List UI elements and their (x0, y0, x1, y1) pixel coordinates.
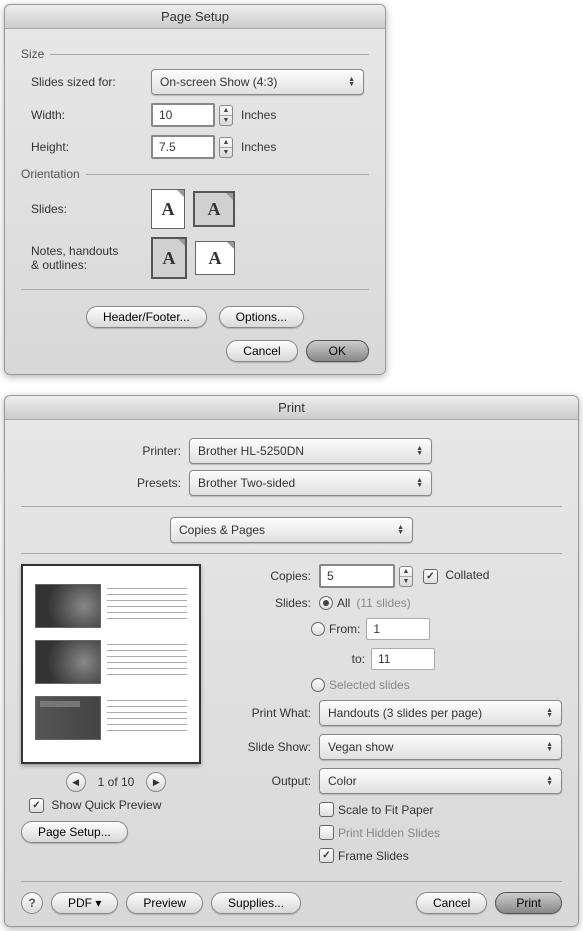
copies-label: Copies: (231, 569, 319, 583)
slides-all-label: All (337, 596, 350, 610)
slides-sized-for-label: Slides sized for: (21, 75, 151, 89)
preview-prev-button[interactable]: ◀ (66, 772, 86, 792)
scale-label: Scale to Fit Paper (338, 803, 433, 817)
supplies-button[interactable]: Supplies... (211, 892, 301, 914)
dropdown-arrows-icon: ▲▼ (546, 776, 553, 786)
pdf-button[interactable]: PDF ▾ (51, 892, 118, 914)
size-section: Size (21, 47, 369, 61)
slides-landscape-icon[interactable]: A (193, 191, 235, 227)
copies-input[interactable] (319, 564, 395, 588)
slides-sized-for-select[interactable]: On-screen Show (4:3) ▲▼ (151, 69, 364, 95)
slides-sized-for-value: On-screen Show (4:3) (160, 75, 277, 89)
output-label: Output: (231, 774, 319, 788)
presets-select[interactable]: Brother Two-sided ▲▼ (189, 470, 432, 496)
slides-all-count: (11 slides) (356, 596, 410, 610)
printer-value: Brother HL-5250DN (198, 444, 304, 458)
quick-preview-label: Show Quick Preview (51, 798, 161, 812)
lines-thumb-icon (107, 700, 187, 736)
dropdown-arrows-icon: ▲▼ (416, 446, 423, 456)
slide-thumb-icon (35, 640, 101, 684)
height-unit: Inches (241, 140, 276, 154)
page-setup-ok-button[interactable]: OK (306, 340, 369, 362)
selected-slides-label: Selected slides (329, 678, 410, 692)
to-label: to: (327, 652, 365, 666)
print-title: Print (5, 396, 578, 420)
slide-show-label: Slide Show: (231, 740, 319, 754)
print-cancel-button[interactable]: Cancel (416, 892, 487, 914)
preview-panel: ◀ 1 of 10 ▶ Show Quick Preview Page Setu… (21, 564, 211, 871)
page-setup-cancel-button[interactable]: Cancel (226, 340, 297, 362)
dropdown-arrows-icon: ▲▼ (416, 478, 423, 488)
slide-thumb-icon (35, 584, 101, 628)
slide-thumb-icon (35, 696, 101, 740)
page-setup-title: Page Setup (5, 5, 385, 29)
lines-thumb-icon (107, 588, 187, 624)
to-input[interactable] (371, 648, 435, 670)
slides-selected-radio[interactable] (311, 678, 325, 692)
size-label: Size (21, 47, 44, 61)
printer-label: Printer: (21, 444, 189, 458)
slides-all-radio[interactable] (319, 596, 333, 610)
height-label: Height: (21, 140, 151, 154)
from-input[interactable] (366, 618, 430, 640)
preview-button[interactable]: Preview (126, 892, 203, 914)
dropdown-arrows-icon: ▲▼ (348, 77, 355, 87)
notes-orient-label: Notes, handouts & outlines: (21, 244, 151, 272)
hidden-checkbox[interactable] (319, 825, 334, 840)
dropdown-arrows-icon: ▲▼ (397, 525, 404, 535)
notes-portrait-icon[interactable]: A (151, 237, 187, 279)
presets-value: Brother Two-sided (198, 476, 295, 490)
panel-value: Copies & Pages (179, 523, 265, 537)
slides-orient-label: Slides: (21, 202, 151, 216)
slide-show-select[interactable]: Vegan show ▲▼ (319, 734, 562, 760)
dropdown-arrows-icon: ▲▼ (546, 708, 553, 718)
print-dialog: Print Printer: Brother HL-5250DN ▲▼ Pres… (4, 395, 579, 927)
collated-label: Collated (445, 568, 489, 582)
print-what-select[interactable]: Handouts (3 slides per page) ▲▼ (319, 700, 562, 726)
width-stepper[interactable]: ▲▼ (219, 105, 233, 126)
pager-text: 1 of 10 (98, 775, 135, 789)
lines-thumb-icon (107, 644, 187, 680)
preview-next-button[interactable]: ▶ (146, 772, 166, 792)
collated-checkbox[interactable] (423, 569, 438, 584)
slides-portrait-icon[interactable]: A (151, 189, 185, 229)
header-footer-button[interactable]: Header/Footer... (86, 306, 207, 328)
slides-from-radio[interactable] (311, 622, 325, 636)
print-button[interactable]: Print (495, 892, 562, 914)
help-button[interactable]: ? (21, 892, 43, 914)
width-label: Width: (21, 108, 151, 122)
presets-label: Presets: (21, 476, 189, 490)
orientation-section: Orientation (21, 167, 369, 181)
frame-checkbox[interactable] (319, 848, 334, 863)
panel-select[interactable]: Copies & Pages ▲▼ (170, 517, 413, 543)
copies-stepper[interactable]: ▲▼ (399, 566, 413, 587)
printer-select[interactable]: Brother HL-5250DN ▲▼ (189, 438, 432, 464)
scale-checkbox[interactable] (319, 802, 334, 817)
from-label: From: (329, 622, 360, 636)
print-options: Copies: ▲▼ Collated Slides: All (11 slid… (231, 564, 562, 871)
options-button[interactable]: Options... (219, 306, 304, 328)
orientation-label: Orientation (21, 167, 80, 181)
output-value: Color (328, 774, 357, 788)
hidden-label: Print Hidden Slides (338, 826, 440, 840)
dropdown-arrows-icon: ▲▼ (546, 742, 553, 752)
notes-landscape-icon[interactable]: A (195, 241, 235, 275)
output-select[interactable]: Color ▲▼ (319, 768, 562, 794)
width-unit: Inches (241, 108, 276, 122)
height-input[interactable] (151, 135, 215, 159)
slides-label: Slides: (231, 596, 319, 610)
width-input[interactable] (151, 103, 215, 127)
frame-label: Frame Slides (338, 849, 409, 863)
print-what-label: Print What: (231, 706, 319, 720)
page-setup-button[interactable]: Page Setup... (21, 821, 128, 843)
page-setup-dialog: Page Setup Size Slides sized for: On-scr… (4, 4, 386, 375)
print-what-value: Handouts (3 slides per page) (328, 706, 482, 720)
height-stepper[interactable]: ▲▼ (219, 137, 233, 158)
quick-preview-checkbox[interactable] (29, 798, 44, 813)
slide-show-value: Vegan show (328, 740, 393, 754)
preview-page-thumb (21, 564, 201, 764)
